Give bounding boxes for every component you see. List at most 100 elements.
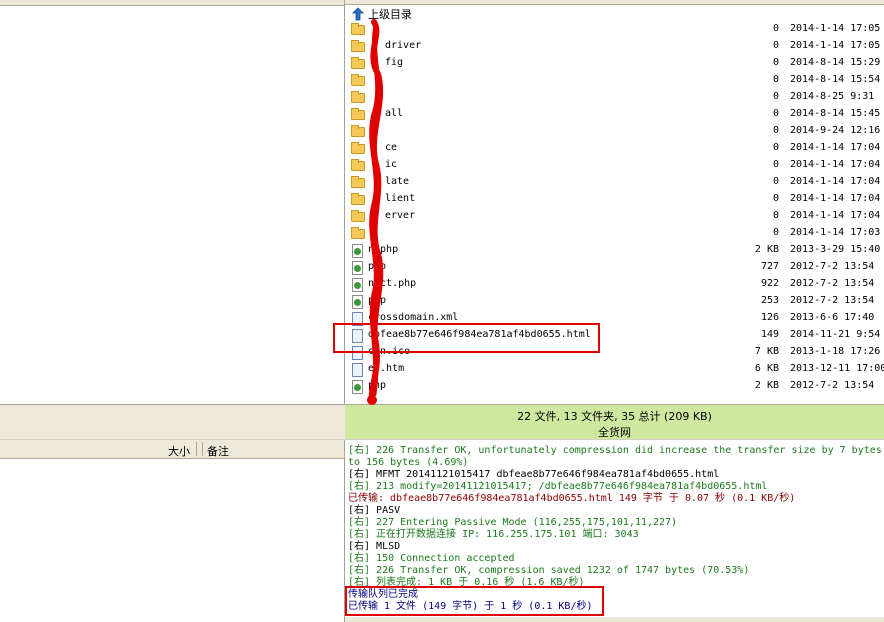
file-row[interactable]: lient 0 2014-1-14 17:04: [345, 192, 884, 209]
file-date: 2013-3-29 15:40: [790, 244, 881, 255]
queue-header: 大小 备注: [0, 440, 344, 459]
file-date: 2014-11-21 9:54: [790, 329, 881, 340]
file-row[interactable]: driver 0 2014-1-14 17:05: [345, 39, 884, 56]
file-size: 149: [760, 329, 779, 340]
log-line: 传输队列已完成: [348, 589, 418, 600]
file-size: 0: [772, 159, 779, 170]
log-line: [右] 正在打开数据连接 IP: 116.255.175.101 端口: 304…: [348, 529, 639, 540]
file-size: 126: [760, 312, 779, 323]
column-separator[interactable]: [202, 442, 203, 456]
folder-icon: [351, 108, 365, 120]
file-name: er.htm: [368, 363, 405, 374]
file-date: 2012-7-2 13:54: [790, 380, 875, 391]
file-name: php: [368, 380, 387, 391]
file-count-summary: 22 文件, 13 文件夹, 35 总计 (209 KB): [517, 410, 712, 423]
log-line: 已传输: dbfeae8b77e646f984ea781af4bd0655.ht…: [348, 493, 796, 504]
file-row[interactable]: ce 0 2014-1-14 17:04: [345, 141, 884, 158]
file-row[interactable]: nect.php 922 2012-7-2 13:54: [345, 277, 884, 294]
file-row[interactable]: ic 0 2014-1-14 17:04: [345, 158, 884, 175]
file-size: 7 KB: [754, 346, 779, 357]
file-row[interactable]: 0 2014-1-14 17:03: [345, 226, 884, 243]
file-size: 0: [772, 227, 779, 238]
file-size: 2 KB: [754, 380, 779, 391]
file-size: 6 KB: [754, 363, 779, 374]
folder-icon: [351, 125, 365, 137]
parent-directory-row[interactable]: 上级目录: [345, 5, 884, 22]
file-name: ic: [385, 159, 398, 170]
file-name: nect.php: [368, 278, 417, 289]
file-row[interactable]: php 253 2012-7-2 13:54: [345, 294, 884, 311]
file-row[interactable]: con.ico 7 KB 2013-1-18 17:26: [345, 345, 884, 362]
file-name: php: [368, 261, 387, 272]
file-row[interactable]: php 2 KB 2012-7-2 13:54: [345, 379, 884, 396]
log-line: [右] 213 modify=20141121015417; /dbfeae8b…: [348, 481, 768, 492]
file-row[interactable]: erver 0 2014-1-14 17:04: [345, 209, 884, 226]
log-line: [右] 226 Transfer OK, compression saved 1…: [348, 565, 750, 576]
file-size: 0: [772, 125, 779, 136]
file-date: 2014-8-14 15:54: [790, 74, 881, 85]
file-date: 2012-7-2 13:54: [790, 261, 875, 272]
local-file-list[interactable]: [0, 0, 345, 404]
document-icon: [352, 346, 363, 360]
site-name: 全货网: [598, 426, 631, 439]
file-row[interactable]: 0 2014-9-24 12:16: [345, 124, 884, 141]
log-line: [右] 227 Entering Passive Mode (116,255,1…: [348, 517, 678, 528]
file-size: 0: [772, 142, 779, 153]
file-date: 2014-8-25 9:31: [790, 91, 875, 102]
parent-directory-label: 上级目录: [368, 8, 412, 21]
php-file-icon: [352, 380, 363, 394]
file-date: 2014-1-14 17:04: [790, 142, 881, 153]
file-row[interactable]: er.htm 6 KB 2013-12-11 17:00: [345, 362, 884, 379]
queue-column-note[interactable]: 备注: [207, 443, 229, 459]
file-row[interactable]: crossdomain.xml 126 2013-6-6 17:40: [345, 311, 884, 328]
php-file-icon: [352, 278, 363, 292]
file-name: driver: [385, 40, 422, 51]
folder-icon: [351, 227, 365, 239]
folder-icon: [351, 23, 365, 35]
file-name: ce: [385, 142, 398, 153]
log-panel[interactable]: [右] 226 Transfer OK, unfortunately compr…: [345, 440, 884, 622]
remote-file-list[interactable]: 上级目录 0 2014-1-14 17:05 driver 0 2014-1-14 17:…: [345, 0, 884, 404]
file-row[interactable]: all 0 2014-8-14 15:45: [345, 107, 884, 124]
file-name: lient: [385, 193, 416, 204]
file-row[interactable]: php 727 2012-7-2 13:54: [345, 260, 884, 277]
file-date: 2014-1-14 17:04: [790, 159, 881, 170]
log-line: [右] PASV: [348, 505, 401, 516]
file-size: 727: [760, 261, 779, 272]
queue-column-size[interactable]: 大小: [168, 443, 190, 459]
folder-icon: [351, 57, 365, 69]
file-row[interactable]: 0 2014-1-14 17:05: [345, 22, 884, 39]
file-size: 0: [772, 210, 779, 221]
file-size: 0: [772, 108, 779, 119]
file-date: 2014-1-14 17:05: [790, 23, 881, 34]
file-name: dbfeae8b77e646f984ea781af4bd0655.html: [368, 329, 591, 340]
php-file-icon: [352, 261, 363, 275]
file-size: 0: [772, 40, 779, 51]
file-date: 2013-6-6 17:40: [790, 312, 875, 323]
file-date: 2014-1-14 17:05: [790, 40, 881, 51]
file-row[interactable]: fig 0 2014-8-14 15:29: [345, 56, 884, 73]
file-row[interactable]: dbfeae8b77e646f984ea781af4bd0655.html 149…: [345, 328, 884, 345]
folder-icon: [351, 176, 365, 188]
log-line: to 156 bytes (4.69%): [348, 457, 469, 468]
file-size: 0: [772, 23, 779, 34]
file-row[interactable]: late 0 2014-1-14 17:04: [345, 175, 884, 192]
file-date: 2014-1-14 17:04: [790, 176, 881, 187]
file-name: late: [385, 176, 410, 187]
file-row[interactable]: 0 2014-8-14 15:54: [345, 73, 884, 90]
folder-icon: [351, 91, 365, 103]
file-row[interactable]: 0 2014-8-25 9:31: [345, 90, 884, 107]
folder-icon: [351, 159, 365, 171]
file-row[interactable]: n.php 2 KB 2013-3-29 15:40: [345, 243, 884, 260]
column-separator[interactable]: [196, 442, 197, 456]
file-name: all: [385, 108, 404, 119]
file-date: 2013-1-18 17:26: [790, 346, 881, 357]
file-name: fig: [385, 57, 404, 68]
transfer-queue[interactable]: 大小 备注: [0, 440, 345, 622]
file-size: 253: [760, 295, 779, 306]
file-name: crossdomain.xml: [368, 312, 459, 323]
file-name: erver: [385, 210, 416, 221]
file-name: n.php: [368, 244, 399, 255]
file-date: 2014-1-14 17:03: [790, 227, 881, 238]
log-line: [右] MFMT 20141121015417 dbfeae8b77e646f9…: [348, 469, 720, 480]
